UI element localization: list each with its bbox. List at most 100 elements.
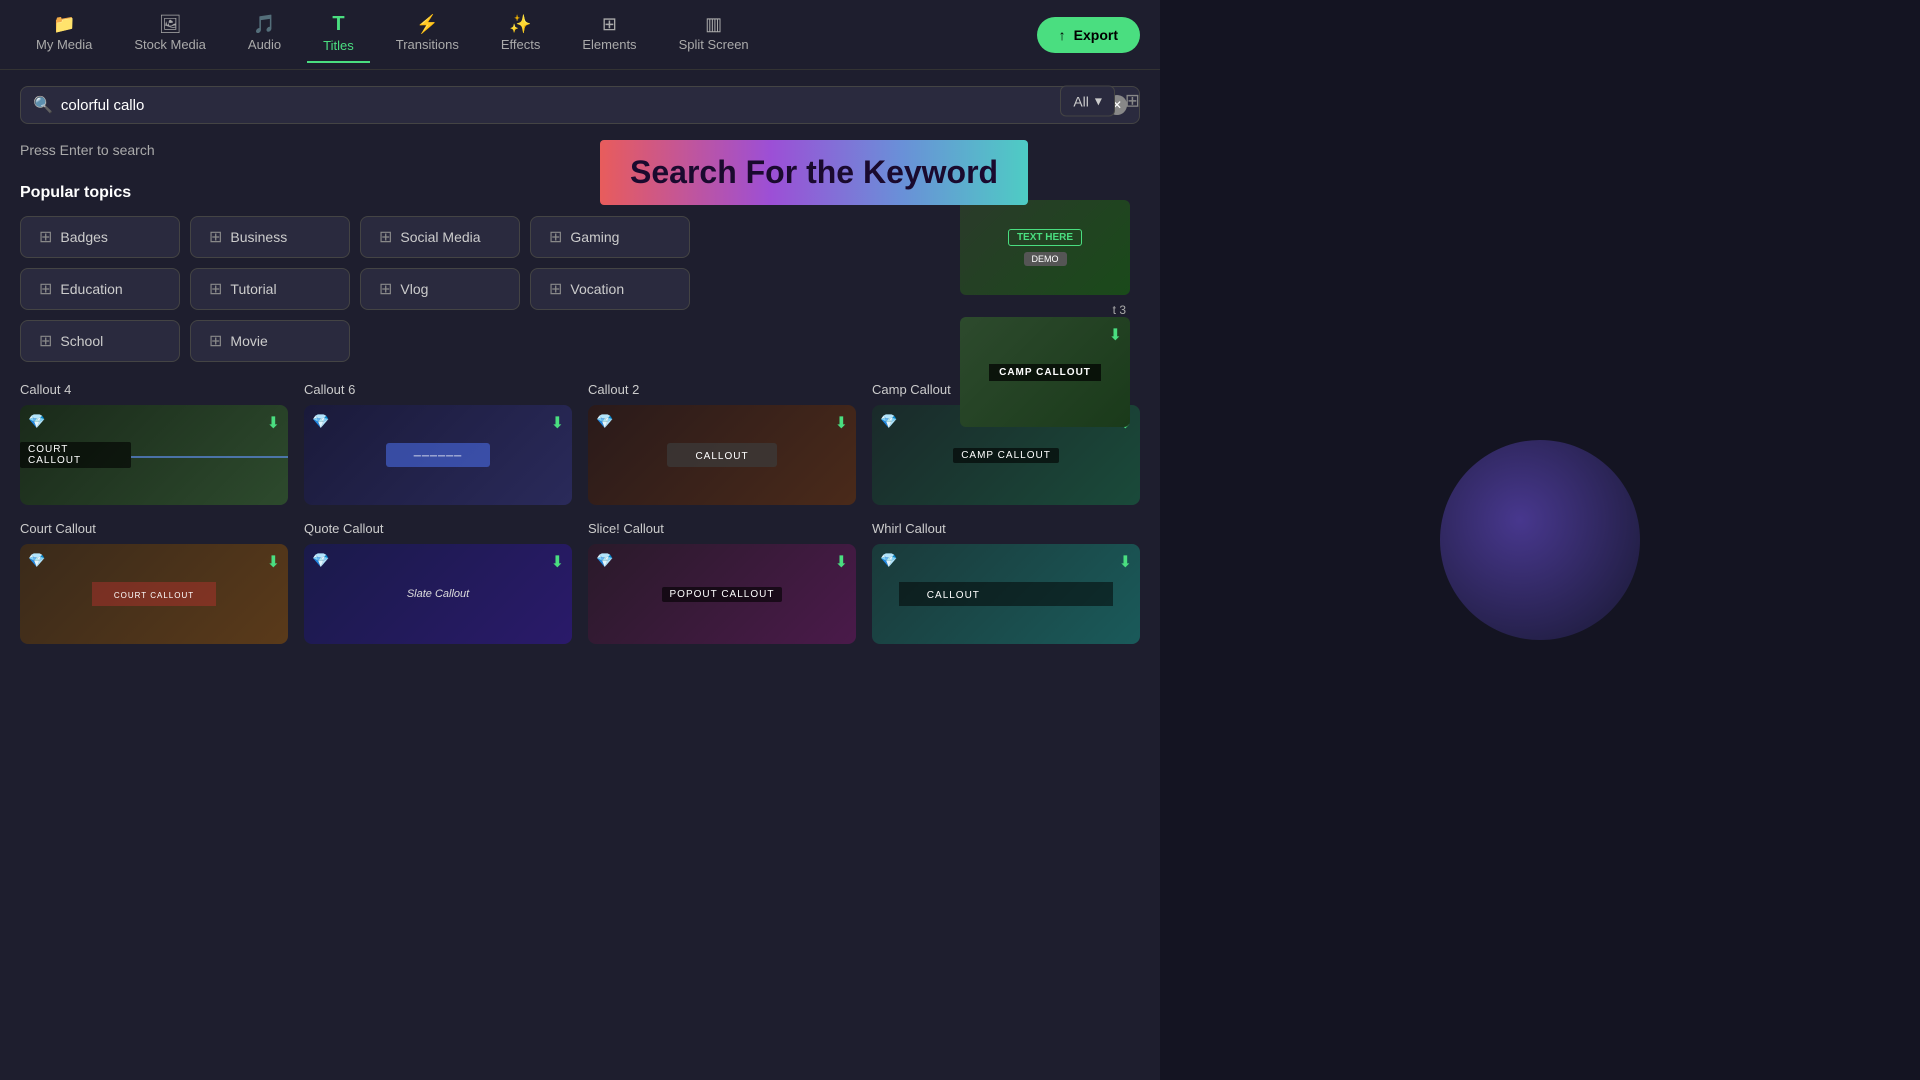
nav-effects[interactable]: ✨ Effects <box>485 7 557 62</box>
whirl-callout-title: Whirl Callout <box>872 521 1140 536</box>
effects-icon: ✨ <box>509 15 531 33</box>
court-callout-thumb: 💎 ⬇ COURT CALLOUT <box>20 544 288 644</box>
quote-callout-title: Quote Callout <box>304 521 572 536</box>
nav-stock-media[interactable]: 🖼 Stock Media <box>118 7 222 62</box>
vlog-icon: ⊞ <box>379 279 392 299</box>
business-icon: ⊞ <box>209 227 222 247</box>
nav-transitions[interactable]: ⚡ Transitions <box>380 7 475 62</box>
camp-callout-inner-text: CAMP CALLOUT <box>953 448 1059 463</box>
tutorial-icon: ⊞ <box>209 279 222 299</box>
callout6-title: Callout 6 <box>304 382 572 397</box>
premium-gem-icon: 💎 <box>312 413 329 430</box>
topic-school[interactable]: ⊞ School <box>20 320 180 362</box>
premium-gem-icon: 💎 <box>28 552 45 569</box>
slice-inner-text: POPOUT CALLOUT <box>662 587 783 602</box>
stock-media-icon: 🖼 <box>159 15 182 33</box>
search-icon: 🔍 <box>33 95 53 115</box>
camp-preview-thumb: CAMP CALLOUT ⬇ <box>960 317 1130 427</box>
nav-my-media[interactable]: 📁 My Media <box>20 7 108 62</box>
callouts-grid-2: Court Callout 💎 ⬇ COURT CALLOUT Quote Ca… <box>20 521 1140 644</box>
callout-item-slice[interactable]: Slice! Callout 💎 ⬇ POPOUT CALLOUT <box>588 521 856 644</box>
download-icon[interactable]: ⬇ <box>835 413 848 433</box>
download-icon[interactable]: ⬇ <box>551 552 564 572</box>
press-enter-hint: Press Enter to search <box>20 142 155 158</box>
callouts-row2-section: Court Callout 💎 ⬇ COURT CALLOUT Quote Ca… <box>20 521 1140 644</box>
slice-callout-thumb: 💎 ⬇ POPOUT CALLOUT <box>588 544 856 644</box>
callout-item-court[interactable]: Court Callout 💎 ⬇ COURT CALLOUT <box>20 521 288 644</box>
movie-icon: ⊞ <box>209 331 222 351</box>
search-input[interactable] <box>61 97 1099 114</box>
social-media-icon: ⊞ <box>379 227 392 247</box>
nav-audio[interactable]: 🎵 Audio <box>232 7 297 62</box>
topic-movie[interactable]: ⊞ Movie <box>190 320 350 362</box>
camp-callout-label: CAMP CALLOUT <box>989 364 1101 381</box>
court-inner-text: COURT CALLOUT <box>106 589 202 602</box>
search-bar-container: 🔍 ✕ <box>20 86 1140 124</box>
gaming-icon: ⊞ <box>549 227 562 247</box>
education-icon: ⊞ <box>39 279 52 299</box>
callout4-thumb: 💎 ⬇ COURT CALLOUT <box>20 405 288 505</box>
callout2-inner-text: CALLOUT <box>687 449 756 464</box>
court-callout-title: Court Callout <box>20 521 288 536</box>
my-media-icon: 📁 <box>53 15 75 33</box>
right-decoration <box>1440 440 1640 640</box>
main-panel: 📁 My Media 🖼 Stock Media 🎵 Audio T Title… <box>0 0 1160 1080</box>
nav-elements[interactable]: ⊞ Elements <box>566 7 652 62</box>
split-screen-icon: ▥ <box>705 15 722 33</box>
grid-view-icon[interactable]: ⊞ <box>1125 91 1140 112</box>
premium-gem-icon: 💎 <box>596 413 613 430</box>
download-icon[interactable]: ⬇ <box>1119 552 1132 572</box>
callout4-title: Callout 4 <box>20 382 288 397</box>
preview-thumb-text-here: TEXT HERE DEMO <box>960 200 1130 295</box>
premium-gem-icon: 💎 <box>312 552 329 569</box>
filter-dropdown[interactable]: All ▾ <box>1060 86 1115 117</box>
text-here-label: TEXT HERE <box>1008 229 1082 246</box>
quote-callout-thumb: 💎 ⬇ Slate Callout <box>304 544 572 644</box>
nav-split-screen[interactable]: ▥ Split Screen <box>663 7 765 62</box>
callout2-title: Callout 2 <box>588 382 856 397</box>
premium-gem-icon: 💎 <box>28 413 45 430</box>
topic-tutorial[interactable]: ⊞ Tutorial <box>190 268 350 310</box>
download-icon[interactable]: ⬇ <box>267 413 280 433</box>
right-panel <box>1160 0 1920 1080</box>
search-area: 🔍 ✕ All ▾ ⊞ <box>0 70 1160 132</box>
topic-business[interactable]: ⊞ Business <box>190 216 350 258</box>
topic-social-media[interactable]: ⊞ Social Media <box>360 216 520 258</box>
elements-icon: ⊞ <box>602 15 617 33</box>
premium-gem-icon: 💎 <box>880 552 897 569</box>
camp-download-icon[interactable]: ⬇ <box>1109 325 1122 345</box>
callout-item-whirl[interactable]: Whirl Callout 💎 ⬇ CALLOUT <box>872 521 1140 644</box>
callout-item-quote[interactable]: Quote Callout 💎 ⬇ Slate Callout <box>304 521 572 644</box>
callout-item-callout2[interactable]: Callout 2 💎 ⬇ CALLOUT <box>588 382 856 505</box>
school-icon: ⊞ <box>39 331 52 351</box>
topic-education[interactable]: ⊞ Education <box>20 268 180 310</box>
chevron-down-icon: ▾ <box>1095 93 1102 110</box>
export-icon: ↑ <box>1059 27 1066 43</box>
download-icon[interactable]: ⬇ <box>551 413 564 433</box>
download-icon[interactable]: ⬇ <box>267 552 280 572</box>
nav-titles[interactable]: T Titles <box>307 6 370 63</box>
topic-gaming[interactable]: ⊞ Gaming <box>530 216 690 258</box>
demo-label: DEMO <box>1024 252 1067 266</box>
audio-icon: 🎵 <box>253 15 275 33</box>
export-button[interactable]: ↑ Export <box>1037 17 1140 53</box>
top-nav: 📁 My Media 🖼 Stock Media 🎵 Audio T Title… <box>0 0 1160 70</box>
vocation-icon: ⊞ <box>549 279 562 299</box>
whirl-callout-thumb: 💎 ⬇ CALLOUT <box>872 544 1140 644</box>
quote-inner-text: Slate Callout <box>407 588 469 600</box>
search-right-controls: All ▾ ⊞ <box>1060 86 1140 117</box>
keyword-banner: Search For the Keyword <box>600 140 1028 205</box>
whirl-inner-text: CALLOUT <box>919 588 988 603</box>
topic-vlog[interactable]: ⊞ Vlog <box>360 268 520 310</box>
result-number: t 3 <box>960 303 1130 317</box>
callout2-thumb: 💎 ⬇ CALLOUT <box>588 405 856 505</box>
premium-gem-icon: 💎 <box>596 552 613 569</box>
callout-item-callout4[interactable]: Callout 4 💎 ⬇ COURT CALLOUT <box>20 382 288 505</box>
premium-gem-icon: 💎 <box>880 413 897 430</box>
callout-item-callout6[interactable]: Callout 6 💎 ⬇ ────── <box>304 382 572 505</box>
slice-callout-title: Slice! Callout <box>588 521 856 536</box>
topic-badges[interactable]: ⊞ Badges <box>20 216 180 258</box>
topic-vocation[interactable]: ⊞ Vocation <box>530 268 690 310</box>
badges-icon: ⊞ <box>39 227 52 247</box>
download-icon[interactable]: ⬇ <box>835 552 848 572</box>
